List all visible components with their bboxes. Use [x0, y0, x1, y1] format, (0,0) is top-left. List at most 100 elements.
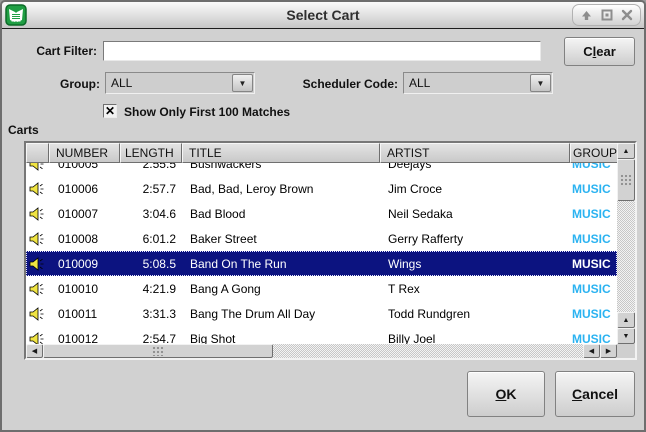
vertical-scrollbar-thumb[interactable] [617, 159, 635, 201]
maximize-icon [601, 9, 613, 21]
scroll-left-button-right[interactable]: ◀ [583, 344, 600, 358]
cell-group: MUSIC [570, 182, 617, 196]
checkmark-x-icon: ✕ [105, 105, 115, 117]
cart-row[interactable]: 010007 3:04.6 Bad Blood Neil Sedaka MUSI… [26, 201, 617, 226]
cell-group: MUSIC [570, 207, 617, 221]
cell-length: 6:01.2 [120, 232, 182, 246]
cell-length: 5:08.5 [120, 257, 182, 271]
cart-row[interactable]: 010005 2:55.5 Bushwackers Deejays MUSIC [26, 163, 617, 176]
horizontal-scrollbar[interactable]: ◀ ◀ ▶ [26, 344, 617, 358]
cart-rows-viewport: 010005 2:55.5 Bushwackers Deejays MUSIC [26, 163, 617, 344]
cell-number: 010011 [49, 307, 120, 321]
cart-row[interactable]: 010012 2:54.7 Big Shot Billy Joel MUSIC [26, 326, 617, 344]
cell-number: 010009 [49, 257, 120, 271]
vertical-scrollbar-track[interactable] [617, 201, 635, 312]
scroll-left-button[interactable]: ◀ [26, 344, 43, 358]
scroll-up-button[interactable]: ▲ [617, 143, 635, 159]
cell-title: Bang A Gong [182, 282, 380, 296]
cell-artist: Todd Rundgren [380, 307, 570, 321]
cell-group: MUSIC [570, 282, 617, 296]
cell-group: MUSIC [570, 232, 617, 246]
cell-number: 010012 [49, 332, 120, 345]
cell-title: Bad, Bad, Leroy Brown [182, 182, 380, 196]
column-header-number[interactable]: NUMBER [49, 143, 120, 163]
speaker-icon [26, 232, 49, 246]
speaker-icon [26, 307, 49, 321]
cell-group: MUSIC [570, 307, 617, 321]
speaker-icon [26, 332, 49, 345]
scrollbar-corner [617, 344, 635, 358]
cell-length: 2:57.7 [120, 182, 182, 196]
column-header-icon[interactable] [26, 143, 49, 163]
column-header-title[interactable]: TITLE [182, 143, 380, 163]
close-icon [621, 9, 633, 21]
cell-artist: Wings [380, 257, 570, 271]
cart-row[interactable]: 010009 5:08.5 Band On The Run Wings MUSI… [26, 251, 617, 276]
scroll-right-button[interactable]: ▶ [600, 344, 617, 358]
cart-list-header: NUMBER LENGTH TITLE ARTIST GROUP [26, 143, 617, 163]
chevron-down-icon[interactable]: ▼ [232, 74, 253, 92]
carts-section-label: Carts [8, 123, 39, 137]
shade-window-button[interactable] [578, 7, 595, 24]
scheduler-code-label: Scheduler Code: [282, 77, 398, 91]
speaker-icon [26, 163, 49, 171]
cell-artist: Billy Joel [380, 332, 570, 345]
cell-number: 010007 [49, 207, 120, 221]
thumb-grip [152, 346, 165, 356]
window-controls [572, 4, 641, 26]
cart-row[interactable]: 010008 6:01.2 Baker Street Gerry Raffert… [26, 226, 617, 251]
cell-title: Baker Street [182, 232, 380, 246]
group-label: Group: [2, 77, 100, 91]
cell-number: 010010 [49, 282, 120, 296]
horizontal-scrollbar-track[interactable] [273, 344, 583, 358]
column-header-group[interactable]: GROUP [570, 143, 617, 163]
chevron-down-icon[interactable]: ▼ [530, 74, 551, 92]
cancel-button[interactable]: Cancel [555, 371, 635, 417]
scroll-up-button-bottom[interactable]: ▲ [617, 312, 635, 328]
cell-title: Bang The Drum All Day [182, 307, 380, 321]
cell-artist: T Rex [380, 282, 570, 296]
cell-group: MUSIC [570, 257, 617, 271]
ok-button-label: OK [495, 386, 516, 402]
cart-row[interactable]: 010010 4:21.9 Bang A Gong T Rex MUSIC [26, 276, 617, 301]
clear-button-label: Clear [583, 44, 616, 59]
cell-number: 010008 [49, 232, 120, 246]
clear-button[interactable]: Clear [564, 37, 635, 66]
column-header-artist[interactable]: ARTIST [380, 143, 570, 163]
cancel-button-label: Cancel [572, 386, 618, 402]
scroll-down-button[interactable]: ▼ [617, 328, 635, 344]
show-only-checkbox[interactable]: ✕ [103, 104, 117, 118]
cell-number: 010006 [49, 182, 120, 196]
cell-title: Bushwackers [182, 163, 380, 171]
cell-title: Big Shot [182, 332, 380, 345]
titlebar[interactable]: Select Cart [2, 2, 644, 29]
vertical-scrollbar[interactable]: ▲ ▲ ▼ [617, 143, 635, 344]
up-arrow-icon [580, 9, 593, 22]
cell-length: 4:21.9 [120, 282, 182, 296]
dialog-content: Cart Filter: Clear Group: ALL ▼ Schedule… [2, 29, 644, 432]
cell-group: MUSIC [570, 163, 617, 171]
maximize-window-button[interactable] [598, 7, 615, 24]
cart-row[interactable]: 010011 3:31.3 Bang The Drum All Day Todd… [26, 301, 617, 326]
cell-group: MUSIC [570, 332, 617, 345]
group-combobox[interactable]: ALL ▼ [105, 72, 255, 94]
column-header-length[interactable]: LENGTH [120, 143, 182, 163]
cell-artist: Gerry Rafferty [380, 232, 570, 246]
speaker-icon [26, 182, 49, 196]
window-title: Select Cart [2, 7, 644, 23]
cart-filter-input[interactable] [103, 41, 541, 61]
close-window-button[interactable] [618, 7, 635, 24]
cell-artist: Neil Sedaka [380, 207, 570, 221]
group-combobox-value: ALL [106, 76, 232, 90]
horizontal-scrollbar-thumb[interactable] [43, 344, 273, 358]
ok-button[interactable]: OK [467, 371, 545, 417]
cell-length: 2:54.7 [120, 332, 182, 345]
cell-number: 010005 [49, 163, 120, 171]
cart-row[interactable]: 010006 2:57.7 Bad, Bad, Leroy Brown Jim … [26, 176, 617, 201]
scheduler-combobox-value: ALL [404, 76, 530, 90]
scheduler-code-combobox[interactable]: ALL ▼ [403, 72, 553, 94]
cell-length: 3:31.3 [120, 307, 182, 321]
thumb-grip [620, 174, 633, 187]
speaker-icon [26, 207, 49, 221]
cell-artist: Deejays [380, 163, 570, 171]
